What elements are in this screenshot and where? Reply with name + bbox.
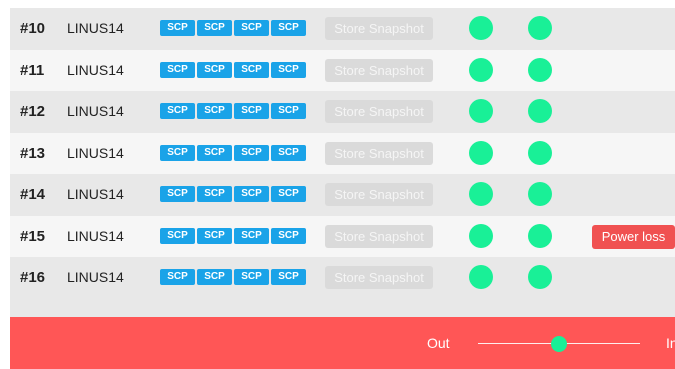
scp-button-group: SCP SCP SCP SCP — [160, 186, 306, 202]
scp-button[interactable]: SCP — [197, 186, 232, 202]
device-list-panel: #10 LINUS14 SCP SCP SCP SCP Store Snapshot #11 L… — [10, 8, 675, 317]
device-row: #15 LINUS14 SCP SCP SCP SCP Store Snapshot Powe… — [10, 216, 675, 257]
device-number: #16 — [20, 269, 46, 286]
device-host: LINUS14 — [67, 62, 124, 78]
footer-bar: Out In — [10, 317, 675, 369]
scp-button[interactable]: SCP — [271, 186, 306, 202]
device-host: LINUS14 — [67, 186, 124, 202]
device-host: LINUS14 — [67, 103, 124, 119]
power-loss-badge: Power loss — [592, 225, 675, 249]
store-snapshot-button[interactable]: Store Snapshot — [325, 100, 433, 123]
status-indicator-dot — [469, 141, 493, 165]
device-number: #14 — [20, 186, 46, 203]
scp-button[interactable]: SCP — [160, 186, 195, 202]
scp-button[interactable]: SCP — [197, 228, 232, 244]
scp-button[interactable]: SCP — [160, 145, 195, 161]
device-host: LINUS14 — [67, 20, 124, 36]
store-snapshot-button[interactable]: Store Snapshot — [325, 17, 433, 40]
scp-button[interactable]: SCP — [160, 228, 195, 244]
scp-button[interactable]: SCP — [271, 103, 306, 119]
device-number: #10 — [20, 20, 46, 37]
device-row: #11 LINUS14 SCP SCP SCP SCP Store Snapshot — [10, 50, 675, 91]
status-indicator-dot — [469, 182, 493, 206]
device-row: #16 LINUS14 SCP SCP SCP SCP Store Snapshot — [10, 257, 675, 298]
store-snapshot-button[interactable]: Store Snapshot — [325, 266, 433, 289]
status-indicator-dot — [469, 99, 493, 123]
store-snapshot-button[interactable]: Store Snapshot — [325, 142, 433, 165]
scp-button-group: SCP SCP SCP SCP — [160, 145, 306, 161]
device-host: LINUS14 — [67, 228, 124, 244]
scp-button[interactable]: SCP — [234, 228, 269, 244]
scp-button[interactable]: SCP — [234, 20, 269, 36]
out-label: Out — [427, 335, 450, 351]
scp-button[interactable]: SCP — [271, 20, 306, 36]
status-indicator-dot — [469, 265, 493, 289]
device-row: #14 LINUS14 SCP SCP SCP SCP Store Snapshot — [10, 174, 675, 215]
status-indicator-dot — [469, 16, 493, 40]
status-indicator-dot — [528, 99, 552, 123]
status-indicator-dot — [528, 16, 552, 40]
store-snapshot-button[interactable]: Store Snapshot — [325, 225, 433, 248]
scp-button[interactable]: SCP — [160, 20, 195, 36]
scp-button-group: SCP SCP SCP SCP — [160, 20, 306, 36]
status-indicator-dot — [469, 58, 493, 82]
device-number: #15 — [20, 228, 46, 245]
scp-button[interactable]: SCP — [234, 103, 269, 119]
scp-button[interactable]: SCP — [160, 103, 195, 119]
scp-button[interactable]: SCP — [197, 269, 232, 285]
status-indicator-dot — [469, 224, 493, 248]
status-indicator-dot — [528, 224, 552, 248]
scp-button[interactable]: SCP — [197, 145, 232, 161]
scp-button[interactable]: SCP — [271, 269, 306, 285]
scp-button[interactable]: SCP — [271, 62, 306, 78]
scp-button[interactable]: SCP — [271, 145, 306, 161]
scp-button[interactable]: SCP — [197, 103, 232, 119]
device-row: #12 LINUS14 SCP SCP SCP SCP Store Snapshot — [10, 91, 675, 132]
status-indicator-dot — [528, 141, 552, 165]
device-row: #10 LINUS14 SCP SCP SCP SCP Store Snapshot — [10, 8, 675, 49]
device-number: #12 — [20, 103, 46, 120]
device-row: #13 LINUS14 SCP SCP SCP SCP Store Snapshot — [10, 133, 675, 174]
scp-button-group: SCP SCP SCP SCP — [160, 269, 306, 285]
scp-button[interactable]: SCP — [271, 228, 306, 244]
out-in-slider-thumb[interactable] — [551, 336, 567, 352]
store-snapshot-button[interactable]: Store Snapshot — [325, 59, 433, 82]
scp-button[interactable]: SCP — [234, 145, 269, 161]
status-indicator-dot — [528, 265, 552, 289]
scp-button[interactable]: SCP — [197, 20, 232, 36]
scp-button[interactable]: SCP — [234, 62, 269, 78]
device-number: #11 — [20, 62, 45, 79]
status-indicator-dot — [528, 58, 552, 82]
store-snapshot-button[interactable]: Store Snapshot — [325, 183, 433, 206]
scp-button[interactable]: SCP — [234, 269, 269, 285]
scp-button[interactable]: SCP — [197, 62, 232, 78]
scp-button-group: SCP SCP SCP SCP — [160, 228, 306, 244]
in-label: In — [666, 335, 675, 351]
scp-button-group: SCP SCP SCP SCP — [160, 62, 306, 78]
device-host: LINUS14 — [67, 145, 124, 161]
scp-button[interactable]: SCP — [160, 269, 195, 285]
device-host: LINUS14 — [67, 269, 124, 285]
device-number: #13 — [20, 145, 46, 162]
scp-button[interactable]: SCP — [234, 186, 269, 202]
scp-button-group: SCP SCP SCP SCP — [160, 103, 306, 119]
status-indicator-dot — [528, 182, 552, 206]
scp-button[interactable]: SCP — [160, 62, 195, 78]
